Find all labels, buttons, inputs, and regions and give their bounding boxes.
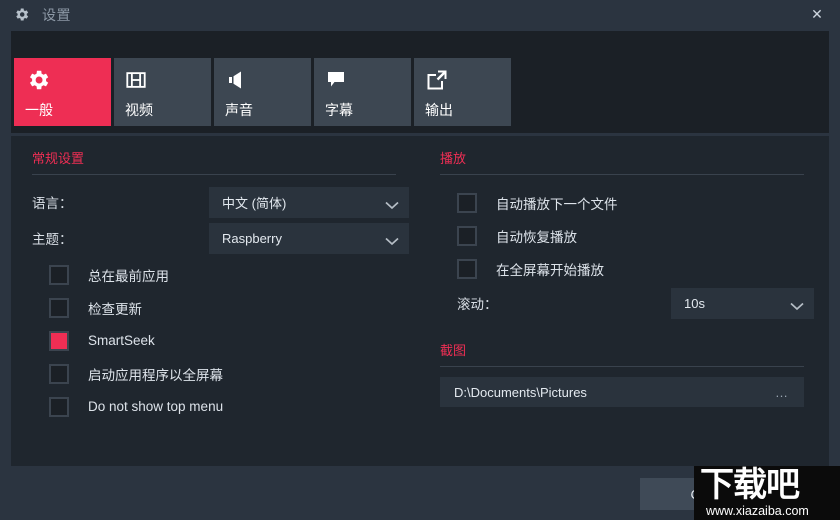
checkbox-auto-resume[interactable] — [457, 226, 477, 246]
watermark-url: www.xiazaiba.com — [706, 504, 809, 518]
checkbox-start-fullscreen[interactable] — [49, 364, 69, 384]
gear-icon — [6, 0, 36, 29]
tab-output[interactable]: 输出 — [414, 58, 511, 126]
tab-general[interactable]: 一般 — [14, 58, 111, 126]
checkbox-label: 在全屏幕开始播放 — [496, 259, 604, 279]
browse-button[interactable]: … — [775, 385, 790, 400]
export-icon — [425, 67, 453, 93]
divider — [440, 366, 804, 367]
checkbox-autoplay-next[interactable] — [457, 193, 477, 213]
checkbox-row-start-fullscreen[interactable]: 启动应用程序以全屏幕 — [20, 357, 408, 390]
tab-label: 字幕 — [325, 100, 353, 120]
scroll-label: 滚动： — [457, 293, 498, 313]
checkbox-label: Do not show top menu — [88, 399, 223, 414]
film-icon — [125, 67, 153, 93]
checkbox-row-autoplay-next[interactable]: 自动播放下一个文件 — [428, 186, 816, 219]
theme-row: 主题： Raspberry — [20, 221, 408, 255]
language-value: 中文 (简体) — [222, 193, 286, 212]
tab-label: 一般 — [25, 100, 53, 120]
chevron-down-icon — [385, 198, 399, 207]
theme-value: Raspberry — [222, 231, 282, 246]
scroll-select[interactable]: 10s — [671, 288, 814, 319]
divider — [32, 174, 396, 175]
watermark-overlay: 下载吧 www.xiazaiba.com — [694, 466, 840, 520]
screenshot-group-title: 截图 — [428, 321, 816, 359]
checkbox-label: 自动播放下一个文件 — [496, 193, 618, 213]
watermark-logo: 下载吧 — [700, 467, 799, 503]
checkbox-smartseek[interactable] — [49, 331, 69, 351]
checkbox-row-auto-resume[interactable]: 自动恢复播放 — [428, 219, 816, 252]
window-title: 设置 — [42, 5, 71, 25]
tab-subtitle[interactable]: 字幕 — [314, 58, 411, 126]
subtitle-icon — [325, 67, 353, 93]
tab-video[interactable]: 视频 — [114, 58, 211, 126]
language-row: 语言： 中文 (简体) — [20, 185, 408, 219]
checkbox-row-smartseek[interactable]: SmartSeek — [20, 324, 408, 357]
divider — [440, 174, 804, 175]
checkbox-label: 自动恢复播放 — [496, 226, 577, 246]
checkbox-always-on-top[interactable] — [49, 265, 69, 285]
checkbox-label: 检查更新 — [88, 298, 142, 318]
settings-content-panel: 常规设置 语言： 中文 (简体) 主题： Raspberry — [11, 136, 829, 466]
checkbox-row-start-in-fullscreen[interactable]: 在全屏幕开始播放 — [428, 252, 816, 285]
screenshot-path-field[interactable]: D:\Documents\Pictures … — [440, 377, 804, 407]
speaker-icon — [225, 67, 253, 93]
playback-settings-column: 播放 自动播放下一个文件 自动恢复播放 在全屏幕开始播放 滚动： 10s — [428, 136, 816, 466]
general-group-title: 常规设置 — [20, 136, 408, 167]
general-settings-column: 常规设置 语言： 中文 (简体) 主题： Raspberry — [20, 136, 408, 466]
checkbox-label: 总在最前应用 — [88, 265, 169, 285]
close-icon[interactable]: ✕ — [794, 0, 840, 29]
theme-select[interactable]: Raspberry — [209, 223, 409, 254]
title-bar: 设置 ✕ — [0, 0, 840, 29]
tab-label: 视频 — [125, 100, 153, 120]
tab-label: 声音 — [225, 100, 253, 120]
checkbox-row-check-updates[interactable]: 检查更新 — [20, 291, 408, 324]
gear-icon — [25, 67, 53, 93]
checkbox-label: 启动应用程序以全屏幕 — [88, 364, 223, 384]
tab-label: 输出 — [425, 100, 453, 120]
checkbox-check-updates[interactable] — [49, 298, 69, 318]
language-select[interactable]: 中文 (简体) — [209, 187, 409, 218]
tab-sound[interactable]: 声音 — [214, 58, 311, 126]
chevron-down-icon — [385, 234, 399, 243]
checkbox-start-in-fullscreen[interactable] — [457, 259, 477, 279]
scroll-row: 滚动： 10s — [428, 285, 816, 321]
checkbox-label: SmartSeek — [88, 333, 155, 348]
screenshot-path-value: D:\Documents\Pictures — [454, 385, 587, 400]
language-label: 语言： — [32, 192, 73, 212]
scroll-value: 10s — [684, 296, 705, 311]
checkbox-hide-top-menu[interactable] — [49, 397, 69, 417]
theme-label: 主题： — [32, 228, 73, 248]
playback-group-title: 播放 — [428, 136, 816, 167]
chevron-down-icon — [790, 299, 804, 308]
checkbox-row-hide-top-menu[interactable]: Do not show top menu — [20, 390, 408, 423]
checkbox-row-always-on-top[interactable]: 总在最前应用 — [20, 258, 408, 291]
tab-strip: 一般 视频 声音 — [11, 31, 829, 133]
